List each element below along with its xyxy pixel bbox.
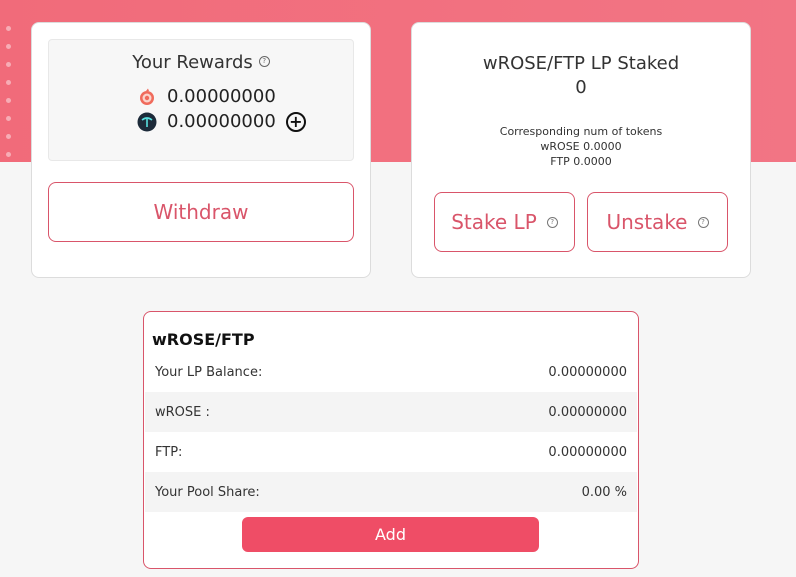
row-label: FTP: [155,444,183,460]
withdraw-button[interactable]: Withdraw [48,182,354,242]
help-icon[interactable]: ? [697,216,709,228]
add-liquidity-button[interactable]: Add [242,517,539,552]
staked-card: wROSE/FTP LP Staked 0 Corresponding num … [411,22,751,278]
add-token-icon[interactable]: + [285,111,306,132]
tokens-heading: Corresponding num of tokens [499,125,663,138]
row-label: Your Pool Share: [155,484,260,500]
reward-value: 0.00000000 [167,86,276,107]
row-label: wROSE : [155,404,210,420]
unstake-button[interactable]: Unstake? [587,192,728,252]
help-icon[interactable]: ? [258,55,270,67]
reward-value: 0.00000000 [167,111,276,132]
row-value: 0.00000000 [548,404,627,420]
staked-title: wROSE/FTP LP Staked [482,53,680,74]
staked-value: 0 [575,77,587,98]
rose-token-icon [140,88,154,105]
pool-card: wROSE/FTP Your LP Balance: 0.00000000 wR… [143,311,639,569]
pool-row-wrose: wROSE : 0.00000000 [145,392,637,432]
pool-row-share: Your Pool Share: 0.00 % [145,472,637,512]
row-value: 0.00 % [581,484,627,500]
corresponding-tokens: Corresponding num of tokens wROSE 0.0000… [412,124,750,169]
pool-title: wROSE/FTP [152,330,255,349]
row-label: Your LP Balance: [155,364,263,380]
ftp-amount: FTP 0.0000 [550,155,612,168]
pool-row-lp-balance: Your LP Balance: 0.00000000 [145,352,637,392]
wrose-amount: wROSE 0.0000 [540,140,622,153]
row-value: 0.00000000 [548,364,627,380]
pool-row-ftp: FTP: 0.00000000 [145,432,637,472]
rewards-panel: Your Rewards? 0.00000000 0.00000000 + [48,39,354,161]
decorative-dots [6,26,11,170]
ftp-token-icon [137,112,157,131]
reward-row-ftp: 0.00000000 + [137,111,306,132]
stake-lp-button[interactable]: Stake LP? [434,192,575,252]
help-icon[interactable]: ? [546,216,558,228]
rewards-title: Your Rewards? [49,52,353,73]
rewards-card: Your Rewards? 0.00000000 0.00000000 + Wi… [31,22,371,278]
row-value: 0.00000000 [548,444,627,460]
reward-row-rose: 0.00000000 [137,86,276,107]
